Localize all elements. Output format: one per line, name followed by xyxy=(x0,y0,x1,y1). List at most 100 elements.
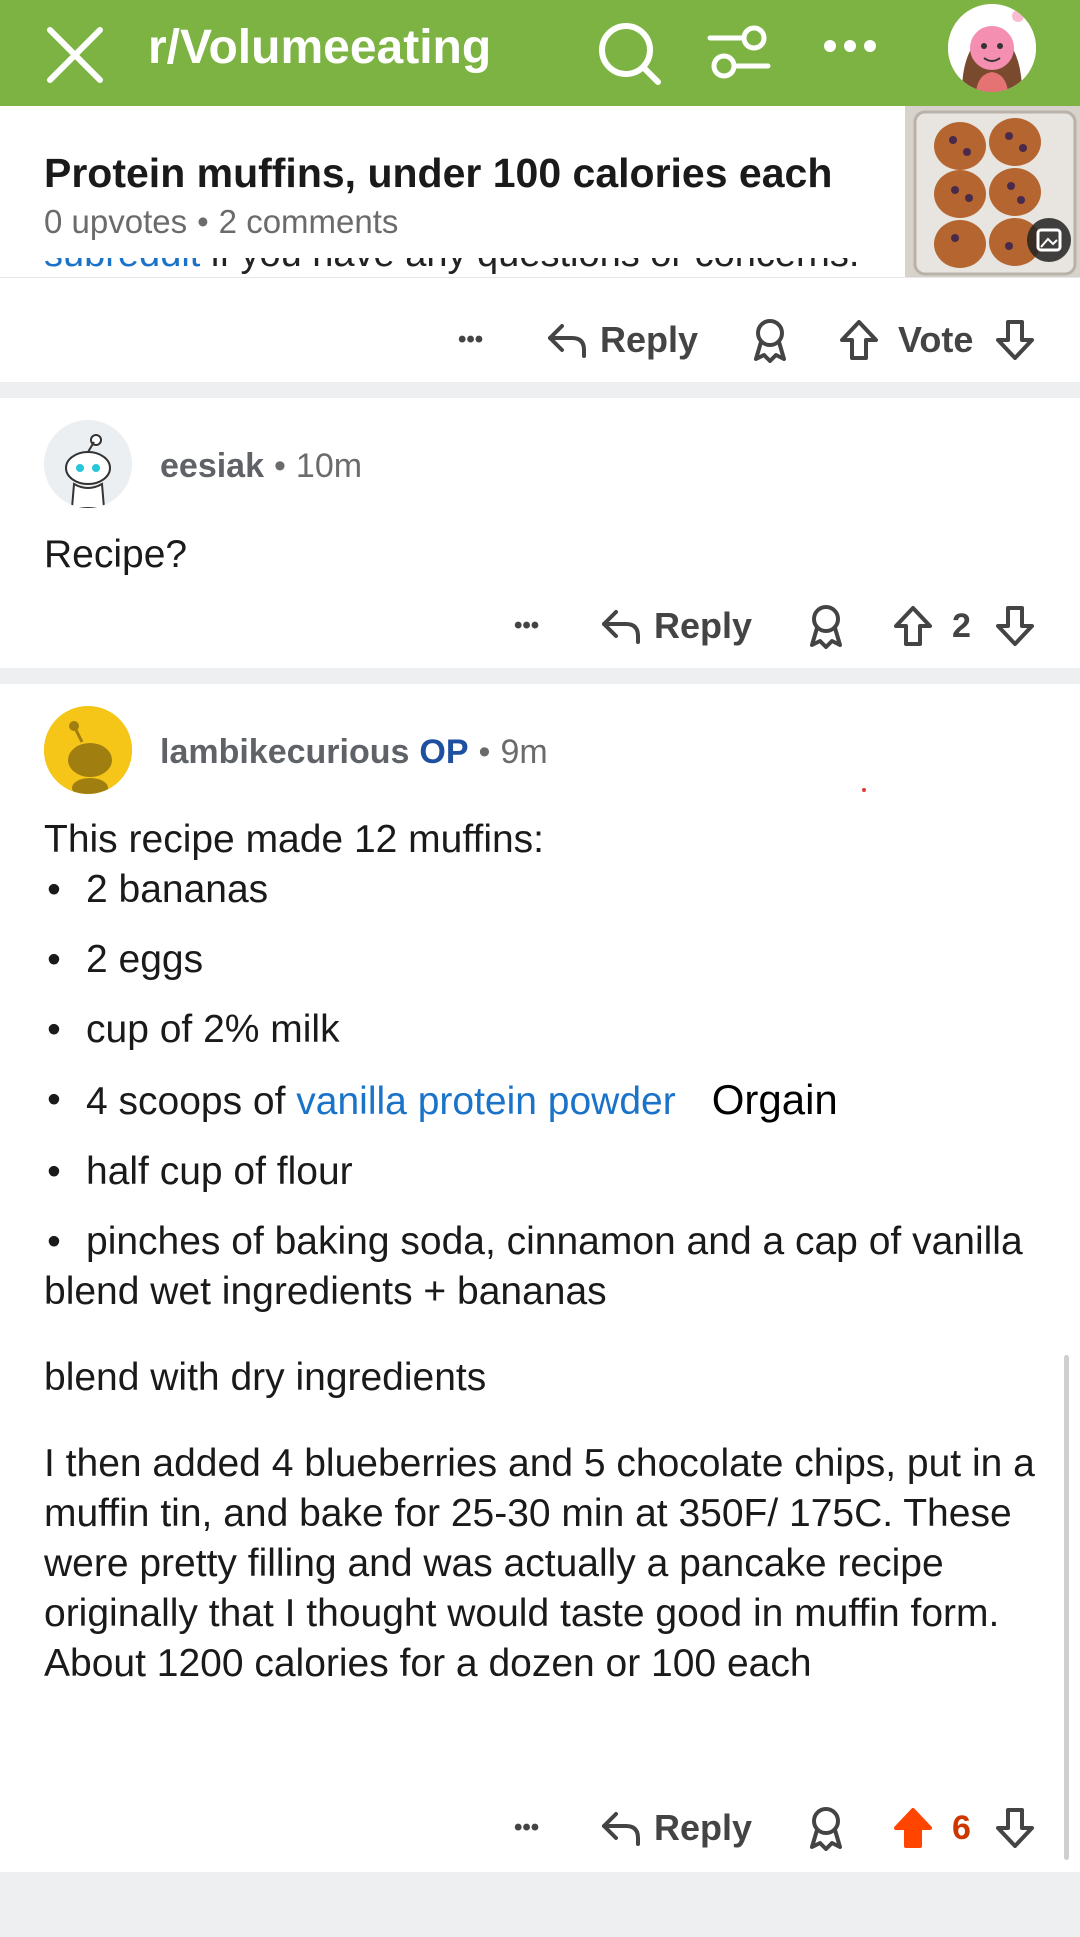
comment-count: 2 comments xyxy=(218,203,399,240)
award-button[interactable] xyxy=(806,1796,846,1860)
list-item: • cup of 2% milk xyxy=(44,1005,1044,1055)
separator: • xyxy=(274,447,286,485)
score-wrap: 6 xyxy=(952,1796,971,1860)
comment-actions: ••• Reply Vote xyxy=(0,308,1080,372)
vote-score: 2 xyxy=(952,606,971,645)
avatar-illustration-icon xyxy=(948,4,1036,92)
username[interactable]: eesiak xyxy=(160,447,264,485)
reply-icon xyxy=(548,324,586,358)
search-icon[interactable] xyxy=(596,20,664,88)
comment-divider xyxy=(0,1872,1080,1937)
more-button[interactable]: ••• xyxy=(514,594,539,658)
clipped-comment-text: subreddit if you have any questions or c… xyxy=(44,258,859,282)
comment-time: 10m xyxy=(295,447,363,485)
recipe-step: I then added 4 blueberries and 5 chocola… xyxy=(44,1442,1035,1685)
downvote-button[interactable] xyxy=(994,1796,1036,1860)
vote-label-wrap: Vote xyxy=(898,308,973,372)
bullet: • xyxy=(47,1220,61,1263)
ingredient-text: 2 eggs xyxy=(86,938,204,981)
more-icon: ••• xyxy=(458,326,484,353)
subreddit-link[interactable]: subreddit xyxy=(44,258,200,275)
award-icon xyxy=(810,1807,842,1851)
snoo-avatar-icon xyxy=(44,420,132,508)
reply-icon xyxy=(602,1812,640,1846)
snoo-avatar-icon xyxy=(44,706,132,794)
upvote-button[interactable] xyxy=(838,308,880,372)
username[interactable]: lambikecurious xyxy=(160,733,409,771)
comment-divider xyxy=(0,668,1080,684)
comment-meta: lambikecurious OP • 9m xyxy=(160,730,548,774)
list-item: • pinches of baking soda, cinnamon and a … xyxy=(44,1217,1044,1267)
list-item: • half cup of flour xyxy=(44,1147,1044,1197)
brand-annotation: Orgain xyxy=(711,1076,838,1123)
recipe-intro: This recipe made 12 muffins: xyxy=(44,818,545,861)
downvote-icon xyxy=(996,606,1034,646)
upvote-button[interactable] xyxy=(892,594,934,658)
vote-label: Vote xyxy=(898,319,974,360)
reply-label: Reply xyxy=(600,319,699,360)
more-button[interactable]: ••• xyxy=(458,308,483,372)
filter-icon[interactable] xyxy=(706,18,772,84)
downvote-button[interactable] xyxy=(994,594,1036,658)
separator: • xyxy=(197,203,209,240)
bullet: • xyxy=(47,1078,61,1121)
top-app-bar: r/Volumeeating xyxy=(0,0,1080,106)
comment-body: Recipe? xyxy=(44,533,188,576)
ingredient-text: half cup of flour xyxy=(86,1150,353,1193)
recipe-step: blend with dry ingredients xyxy=(44,1356,487,1399)
reply-label: Reply xyxy=(654,605,753,646)
score-wrap: 2 xyxy=(952,594,971,658)
more-options-icon[interactable] xyxy=(822,36,878,56)
comment-actions: ••• Reply 2 xyxy=(0,594,1080,658)
upvote-button-active[interactable] xyxy=(892,1796,934,1860)
separator: • xyxy=(478,733,491,771)
ingredient-text: pinches of baking soda, cinnamon and a c… xyxy=(86,1220,1023,1263)
award-icon xyxy=(810,605,842,649)
post-thumbnail[interactable] xyxy=(905,106,1080,277)
upvote-count: 0 upvotes xyxy=(44,203,188,240)
award-button[interactable] xyxy=(750,308,790,372)
op-badge: OP xyxy=(419,733,469,771)
bullet: • xyxy=(47,1008,61,1051)
reply-label: Reply xyxy=(654,1807,753,1848)
commenter-avatar[interactable] xyxy=(44,420,132,508)
comment-meta: eesiak • 10m xyxy=(160,444,362,488)
award-button[interactable] xyxy=(806,594,846,658)
bullet: • xyxy=(47,938,61,981)
recipe-step: blend wet ingredients + bananas xyxy=(44,1270,607,1313)
ingredient-text: 4 scoops of xyxy=(86,1080,297,1123)
muffins-image xyxy=(905,106,1080,277)
reply-button[interactable]: Reply xyxy=(546,308,698,372)
bullet: • xyxy=(47,1150,61,1193)
reply-button[interactable]: Reply xyxy=(600,594,752,658)
user-avatar[interactable] xyxy=(948,4,1036,92)
commenter-avatar[interactable] xyxy=(44,706,132,794)
comment-time: 9m xyxy=(500,733,548,771)
upvote-icon xyxy=(894,606,932,646)
downvote-icon xyxy=(996,320,1034,360)
bullet: • xyxy=(47,868,61,911)
ingredient-text: cup of 2% milk xyxy=(86,1008,340,1051)
more-icon: ••• xyxy=(514,612,540,639)
upvote-filled-icon xyxy=(894,1808,932,1848)
more-button[interactable]: ••• xyxy=(514,1796,539,1860)
upvote-icon xyxy=(840,320,878,360)
scrollbar[interactable] xyxy=(1064,1355,1069,1860)
comment-body: This recipe made 12 muffins: • 2 bananas … xyxy=(44,815,1044,1689)
subreddit-name[interactable]: r/Volumeeating xyxy=(148,18,491,78)
ingredient-text: 2 bananas xyxy=(86,868,269,911)
close-icon[interactable] xyxy=(44,24,106,86)
comment-divider xyxy=(0,382,1080,398)
protein-powder-link[interactable]: vanilla protein powder xyxy=(296,1080,675,1123)
reply-button[interactable]: Reply xyxy=(600,1796,752,1860)
reply-icon xyxy=(602,610,640,644)
post-title: Protein muffins, under 100 calories each xyxy=(44,150,833,196)
ingredient-list: • 2 bananas • 2 eggs • cup of 2% milk • 4 sc… xyxy=(44,865,1044,1267)
downvote-button[interactable] xyxy=(994,308,1036,372)
award-icon xyxy=(754,319,786,363)
clipped-text-rest: if you have any questions or concerns. xyxy=(200,258,860,275)
stray-red-mark xyxy=(862,788,866,792)
post-summary-bar[interactable]: Protein muffins, under 100 calories each… xyxy=(0,106,1080,278)
more-icon: ••• xyxy=(514,1814,540,1841)
list-item: • 2 eggs xyxy=(44,935,1044,985)
